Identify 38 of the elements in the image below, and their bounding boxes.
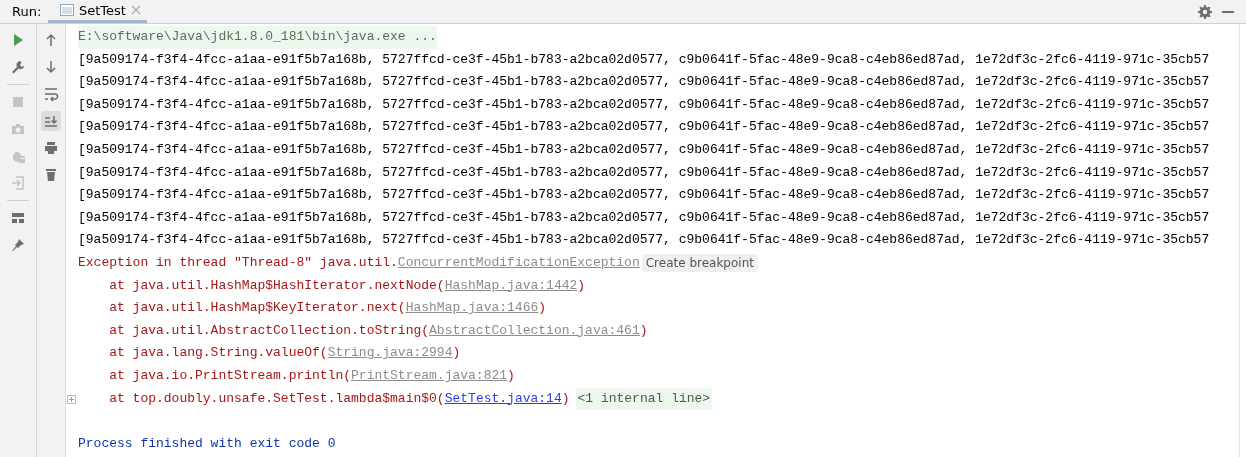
exception-link[interactable]: ConcurrentModificationException [397,251,640,275]
exit-status: Process finished with exit code 0 [78,434,336,453]
settings-icon[interactable] [1198,4,1212,19]
paren-text: ) [577,276,586,295]
output-line: [9a509174-f3f4-4fcc-a1aa-e91f5b7a168b, 5727ffcd-ce3f-45b1-b783-a2bca02d0577, c9b0641f-5fac-48e9-9ca8-c4eb86ed87ad, 1e72df3c-2fc6-4119-971c-35cb57 [78,140,1210,159]
stack-frame-text: at java.io.PrintStream.println( [108,366,352,385]
source-link[interactable]: String.java:2994 [327,342,453,365]
stack-frame-text: at java.util.HashMap$KeyIterator.next( [108,299,406,318]
exception-text: Exception in thread "Thread-8" java.util. [78,253,398,272]
source-link[interactable]: SetTest.java:14 [444,387,562,411]
create-breakpoint-button[interactable]: Create breakpoint [641,254,758,273]
source-link[interactable]: PrintStream.java:821 [351,364,508,388]
stack-frame-text: at top.doubly.unsafe.SetTest.lambda$main$0( [108,389,445,408]
output-line: [9a509174-f3f4-4fcc-a1aa-e91f5b7a168b, 5727ffcd-ce3f-45b1-b783-a2bca02d0577, c9b0641f-5fac-48e9-9ca8-c4eb86ed87ad, 1e72df3c-2fc6-4119-971c-35cb57 [78,208,1210,227]
output-line: [9a509174-f3f4-4fcc-a1aa-e91f5b7a168b, 5727ffcd-ce3f-45b1-b783-a2bca02d0577, c9b0641f-5fac-48e9-9ca8-c4eb86ed87ad, 1e72df3c-2fc6-4119-971c-35cb57 [78,118,1210,137]
source-link[interactable]: AbstractCollection.java:461 [429,319,640,343]
output-line: [9a509174-f3f4-4fcc-a1aa-e91f5b7a168b, 5727ffcd-ce3f-45b1-b783-a2bca02d0577, c9b0641f-5fac-48e9-9ca8-c4eb86ed87ad, 1e72df3c-2fc6-4119-971c-35cb57 [78,50,1210,69]
paren-text: ) [538,299,547,318]
panel-label: Run: [11,4,43,19]
paren-text: ) [561,389,570,408]
expand-icon[interactable] [67,394,76,404]
stack-frame-text: at java.util.AbstractCollection.toString( [108,321,430,340]
run-tab[interactable]: SetTest [48,0,147,23]
output-line: [9a509174-f3f4-4fcc-a1aa-e91f5b7a168b, 5727ffcd-ce3f-45b1-b783-a2bca02d0577, c9b0641f-5fac-48e9-9ca8-c4eb86ed87ad, 1e72df3c-2fc6-4119-971c-35cb57 [78,186,1210,205]
paren-text: ) [452,344,461,363]
output-line: [9a509174-f3f4-4fcc-a1aa-e91f5b7a168b, 5727ffcd-ce3f-45b1-b783-a2bca02d0577, c9b0641f-5fac-48e9-9ca8-c4eb86ed87ad, 1e72df3c-2fc6-4119-971c-35cb57 [78,231,1210,250]
paren-text: ) [507,366,515,385]
stack-frame-text: at java.util.HashMap$HashIterator.nextNode( [108,276,445,295]
paren-text: ) [639,321,648,340]
scroll-end-icon[interactable] [41,111,61,131]
output-line: [9a509174-f3f4-4fcc-a1aa-e91f5b7a168b, 5727ffcd-ce3f-45b1-b783-a2bca02d0577, c9b0641f-5fac-48e9-9ca8-c4eb86ed87ad, 1e72df3c-2fc6-4119-971c-35cb57 [78,163,1210,182]
output-line: [9a509174-f3f4-4fcc-a1aa-e91f5b7a168b, 5727ffcd-ce3f-45b1-b783-a2bca02d0577, c9b0641f-5fac-48e9-9ca8-c4eb86ed87ad, 1e72df3c-2fc6-4119-971c-35cb57 [78,95,1210,114]
folded-lines[interactable]: <1 internal line> [575,387,713,411]
source-link[interactable]: HashMap.java:1442 [444,274,578,298]
source-link[interactable]: HashMap.java:1466 [405,297,539,320]
output-line: [9a509174-f3f4-4fcc-a1aa-e91f5b7a168b, 5727ffcd-ce3f-45b1-b783-a2bca02d0577, c9b0641f-5fac-48e9-9ca8-c4eb86ed87ad, 1e72df3c-2fc6-4119-971c-35cb57 [78,73,1210,92]
console-icon [60,4,74,16]
stack-frame-text: at java.lang.String.valueOf( [108,344,328,363]
